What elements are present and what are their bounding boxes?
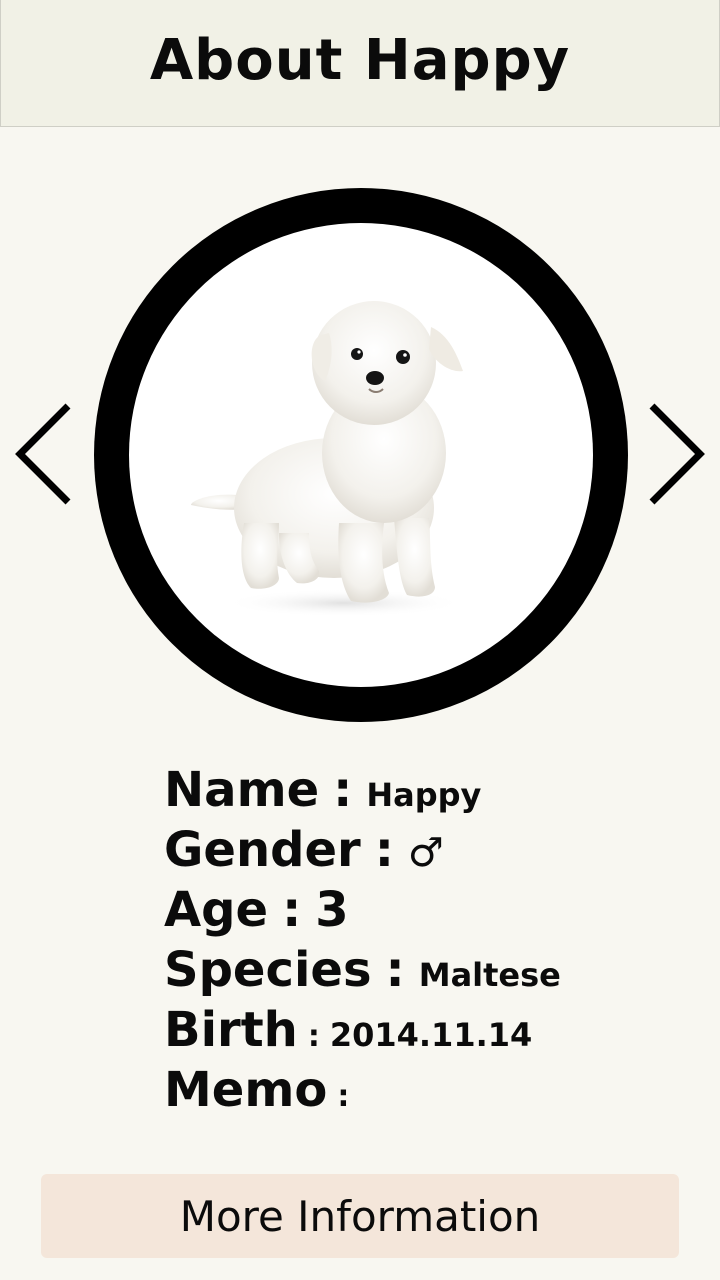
next-pet-button[interactable] — [646, 400, 706, 508]
name-value: Happy — [366, 776, 482, 814]
name-label: Name — [164, 762, 320, 818]
more-information-label: More Information — [179, 1191, 541, 1241]
gender-value: ♂ — [407, 830, 444, 876]
more-information-button[interactable]: More Information — [41, 1174, 679, 1258]
app-header: About Happy — [0, 0, 720, 127]
birth-row: Birth : 2014.11.14 — [164, 1002, 664, 1062]
species-value: Maltese — [418, 956, 561, 994]
age-row: Age : 3 — [164, 882, 664, 942]
previous-pet-button[interactable] — [12, 400, 72, 508]
pet-photo-frame — [94, 188, 628, 722]
gender-label: Gender — [164, 822, 361, 878]
age-label: Age — [164, 882, 269, 938]
birth-separator: : — [307, 1019, 320, 1054]
name-separator: : — [333, 762, 353, 818]
species-label: Species — [164, 942, 372, 998]
pet-info: Name : Happy Gender : ♂ Age : 3 Species … — [164, 762, 664, 1122]
chevron-left-icon — [15, 403, 71, 505]
age-value: 3 — [315, 882, 349, 938]
memo-row: Memo : — [164, 1062, 664, 1122]
birth-label: Birth — [164, 1002, 298, 1058]
gender-row: Gender : ♂ — [164, 822, 664, 882]
gender-separator: : — [374, 822, 394, 878]
page-title: About Happy — [149, 27, 571, 93]
memo-label: Memo — [164, 1062, 328, 1118]
age-separator: : — [282, 882, 302, 938]
pet-photo — [129, 223, 593, 687]
chevron-right-icon — [649, 403, 705, 505]
birth-value: 2014.11.14 — [329, 1016, 533, 1054]
species-row: Species : Maltese — [164, 942, 664, 1002]
dog-photo-icon — [191, 301, 464, 617]
name-row: Name : Happy — [164, 762, 664, 822]
memo-separator: : — [337, 1079, 350, 1114]
species-separator: : — [385, 942, 405, 998]
